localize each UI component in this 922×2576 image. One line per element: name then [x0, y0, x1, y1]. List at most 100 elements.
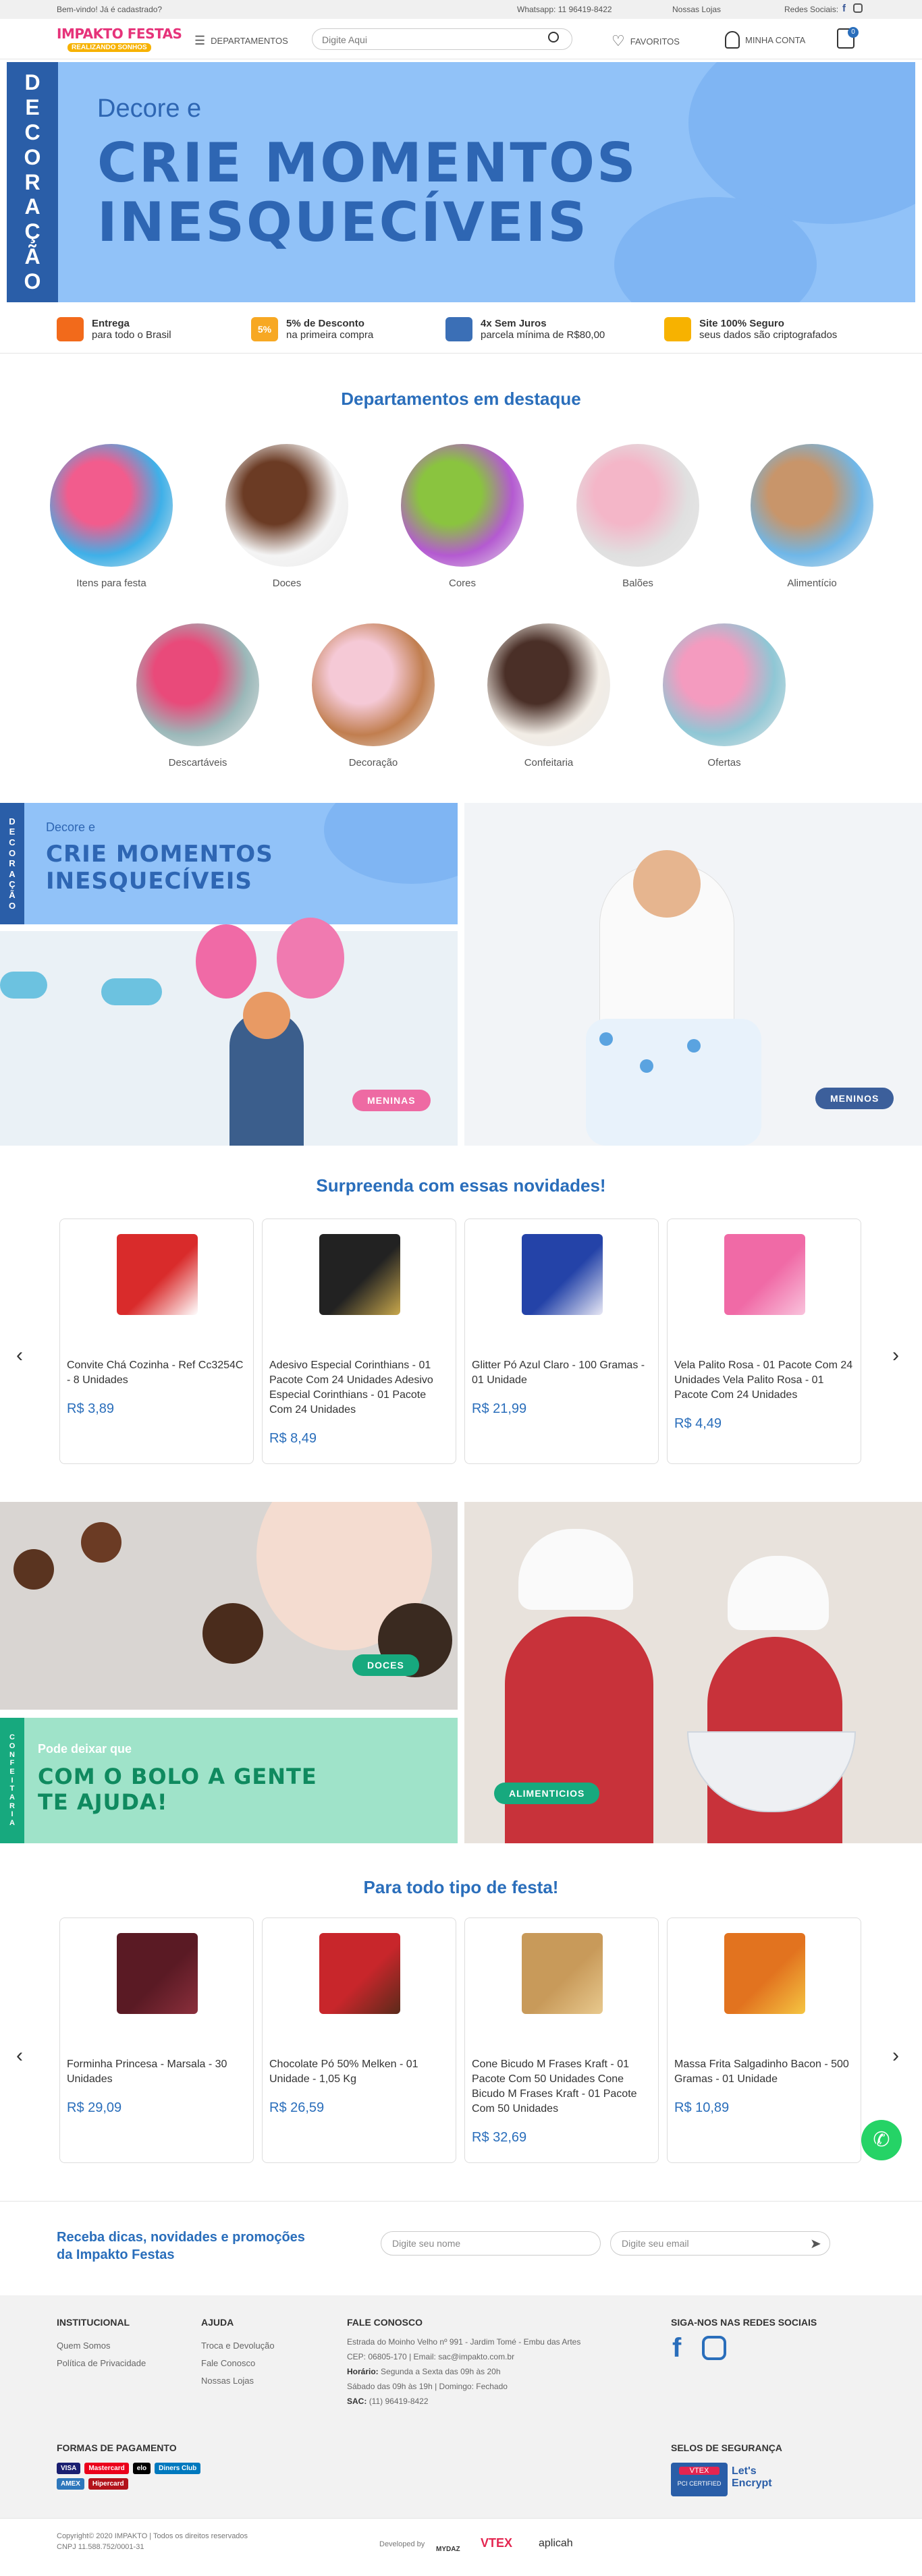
product-card[interactable]: Convite Chá Cozinha - Ref Cc3254C - 8 Un… — [59, 1219, 254, 1464]
payment-logo: elo — [132, 2463, 151, 2474]
footer-link[interactable]: Quem Somos — [57, 2337, 146, 2355]
product-image — [117, 1234, 198, 1315]
product-name[interactable]: Adesivo Especial Corinthians - 01 Pacote… — [269, 1358, 449, 1418]
footer-link[interactable]: Troca e Devolução — [201, 2337, 275, 2355]
department-item[interactable]: Descartáveis — [136, 623, 259, 768]
product-card[interactable]: Chocolate Pó 50% Melken - 01 Unidade - 1… — [262, 1917, 456, 2163]
product-name[interactable]: Vela Palito Rosa - 01 Pacote Com 24 Unid… — [674, 1358, 854, 1403]
product-name[interactable]: Massa Frita Salgadinho Bacon - 500 Grama… — [674, 2057, 854, 2087]
product-card[interactable]: Cone Bicudo M Frases Kraft - 01 Pacote C… — [464, 1917, 659, 2163]
sweets-banner[interactable]: DOCES — [0, 1502, 458, 1710]
department-label: Doces — [272, 578, 302, 589]
product-card[interactable]: Adesivo Especial Corinthians - 01 Pacote… — [262, 1219, 456, 1464]
girl-head — [243, 992, 290, 1039]
facebook-icon[interactable]: f — [842, 3, 846, 14]
department-item[interactable]: Decoração — [312, 623, 435, 768]
security-title: SELOS DE SEGURANÇA — [671, 2442, 782, 2453]
benefit-text: Site 100% Seguro seus dados são criptogra… — [699, 318, 837, 341]
chevron-right-icon[interactable]: › — [892, 2044, 899, 2067]
mydaz-logo[interactable]: MYDAZ — [436, 2546, 460, 2553]
product-price: R$ 21,99 — [472, 1401, 527, 1416]
product-name[interactable]: Glitter Pó Azul Claro - 100 Gramas - 01 … — [472, 1358, 651, 1388]
account-link[interactable]: MINHA CONTA — [725, 31, 805, 49]
department-item[interactable]: Ofertas — [663, 623, 786, 768]
instagram-icon[interactable] — [702, 2336, 726, 2360]
cake-pop — [13, 1549, 54, 1590]
vertical-letter: O — [8, 847, 16, 858]
product-name[interactable]: Forminha Princesa - Marsala - 30 Unidade… — [67, 2057, 246, 2087]
product-card[interactable]: Vela Palito Rosa - 01 Pacote Com 24 Unid… — [667, 1219, 861, 1464]
department-item[interactable]: Itens para festa — [50, 444, 173, 589]
vertical-letter: A — [9, 868, 16, 879]
send-icon[interactable]: ➤ — [810, 2235, 821, 2252]
name-input[interactable]: Digite seu nome — [381, 2231, 601, 2256]
footer-link[interactable]: Política de Privacidade — [57, 2355, 146, 2372]
payment-methods: VISA Mastercard elo Diners Club AMEX Hipercar… — [57, 2463, 205, 2490]
product-name[interactable]: Convite Chá Cozinha - Ref Cc3254C - 8 Un… — [67, 1358, 246, 1388]
product-name[interactable]: Cone Bicudo M Frases Kraft - 01 Pacote C… — [472, 2057, 651, 2117]
food-button[interactable]: ALIMENTICIOS — [494, 1783, 600, 1804]
sweets-button[interactable]: DOCES — [352, 1654, 419, 1676]
institutional-title: INSTITUCIONAL — [57, 2317, 130, 2328]
department-item[interactable]: Balões — [576, 444, 699, 589]
confeitaria-banner[interactable]: CONFEITARIA Pode deixar que COM O BOLO A… — [0, 1718, 458, 1843]
departments-menu[interactable]: ☰ DEPARTAMENTOS — [194, 34, 288, 48]
search-input[interactable]: Digite Aqui — [312, 28, 572, 50]
product-price: R$ 32,69 — [472, 2130, 527, 2145]
menu-icon: ☰ — [194, 34, 206, 47]
email-placeholder: Digite seu email — [622, 2238, 689, 2249]
footer-link[interactable]: Nossas Lojas — [201, 2372, 275, 2390]
department-item[interactable]: Doces — [225, 444, 348, 589]
benefit-item: 4x Sem Juros parcela mínima de R$80,00 — [445, 317, 605, 341]
banner-title: CRIE MOMENTOS INESQUECÍVEIS — [46, 841, 273, 895]
whatsapp-number[interactable]: Whatsapp: 11 96419-8422 — [517, 5, 612, 14]
search-icon[interactable] — [548, 32, 559, 43]
product-card[interactable]: Glitter Pó Azul Claro - 100 Gramas - 01 … — [464, 1219, 659, 1464]
banner-subtitle: Decore e — [46, 820, 96, 834]
stores-link[interactable]: Nossas Lojas — [672, 5, 721, 14]
lock-icon — [664, 317, 691, 341]
welcome-link[interactable]: Bem-vindo! Já é cadastrado? — [57, 5, 162, 14]
cloud-decor — [0, 972, 47, 999]
vertical-letter: A — [9, 1793, 15, 1801]
vtex-logo[interactable]: VTEX — [481, 2536, 512, 2550]
kid-figure — [505, 1617, 653, 1843]
hero-banner[interactable]: DECORAÇÃO Decore e CRIE MOMENTOS INESQUEC… — [7, 62, 915, 302]
departments-title: Departamentos em destaque — [341, 389, 581, 409]
favorites-link[interactable]: ♡ FAVORITOS — [612, 32, 680, 50]
chevron-left-icon[interactable]: ‹ — [16, 1344, 23, 1367]
footer-link[interactable]: Fale Conosco — [201, 2355, 275, 2372]
cake-pop — [81, 1522, 121, 1563]
boys-banner[interactable]: MENINOS — [464, 803, 922, 1146]
product-price: R$ 10,89 — [674, 2100, 730, 2115]
boys-button[interactable]: MENINOS — [815, 1088, 894, 1109]
product-image — [724, 1933, 805, 2014]
product-image — [522, 1933, 603, 2014]
logo[interactable]: IMPAKTO FESTAS — [57, 26, 182, 42]
vertical-letter: I — [11, 1776, 13, 1785]
benefit-text: 4x Sem Juros parcela mínima de R$80,00 — [481, 318, 605, 341]
name-placeholder: Digite seu nome — [392, 2238, 461, 2249]
girls-banner[interactable]: DECORAÇÃO Decore e CRIE MOMENTOS INESQUEC… — [0, 803, 458, 1146]
vertical-letter: E — [25, 95, 40, 120]
instagram-icon[interactable] — [853, 3, 863, 13]
vertical-letter: C — [24, 120, 40, 144]
girls-button[interactable]: MENINAS — [352, 1090, 431, 1111]
email-input[interactable]: Digite seu email — [610, 2231, 830, 2256]
chevron-left-icon[interactable]: ‹ — [16, 2044, 23, 2067]
product-name[interactable]: Chocolate Pó 50% Melken - 01 Unidade - 1… — [269, 2057, 449, 2087]
product-card[interactable]: Forminha Princesa - Marsala - 30 Unidade… — [59, 1917, 254, 2163]
payment-title: FORMAS DE PAGAMENTO — [57, 2442, 177, 2453]
whatsapp-icon[interactable]: ✆ — [861, 2120, 902, 2160]
department-item[interactable]: Alimentício — [751, 444, 873, 589]
vertical-letter: T — [9, 1785, 15, 1793]
hero-title: CRIE MOMENTOS INESQUECÍVEIS — [97, 132, 638, 254]
department-item[interactable]: Confeitaria — [487, 623, 610, 768]
chef-hat — [518, 1529, 633, 1610]
department-item[interactable]: Cores — [401, 444, 524, 589]
aplicah-logo[interactable]: aplicah — [539, 2538, 573, 2550]
chevron-right-icon[interactable]: › — [892, 1344, 899, 1367]
food-banner[interactable]: ALIMENTICIOS — [464, 1502, 922, 1843]
facebook-icon[interactable]: f — [672, 2333, 681, 2363]
product-card[interactable]: Massa Frita Salgadinho Bacon - 500 Grama… — [667, 1917, 861, 2163]
